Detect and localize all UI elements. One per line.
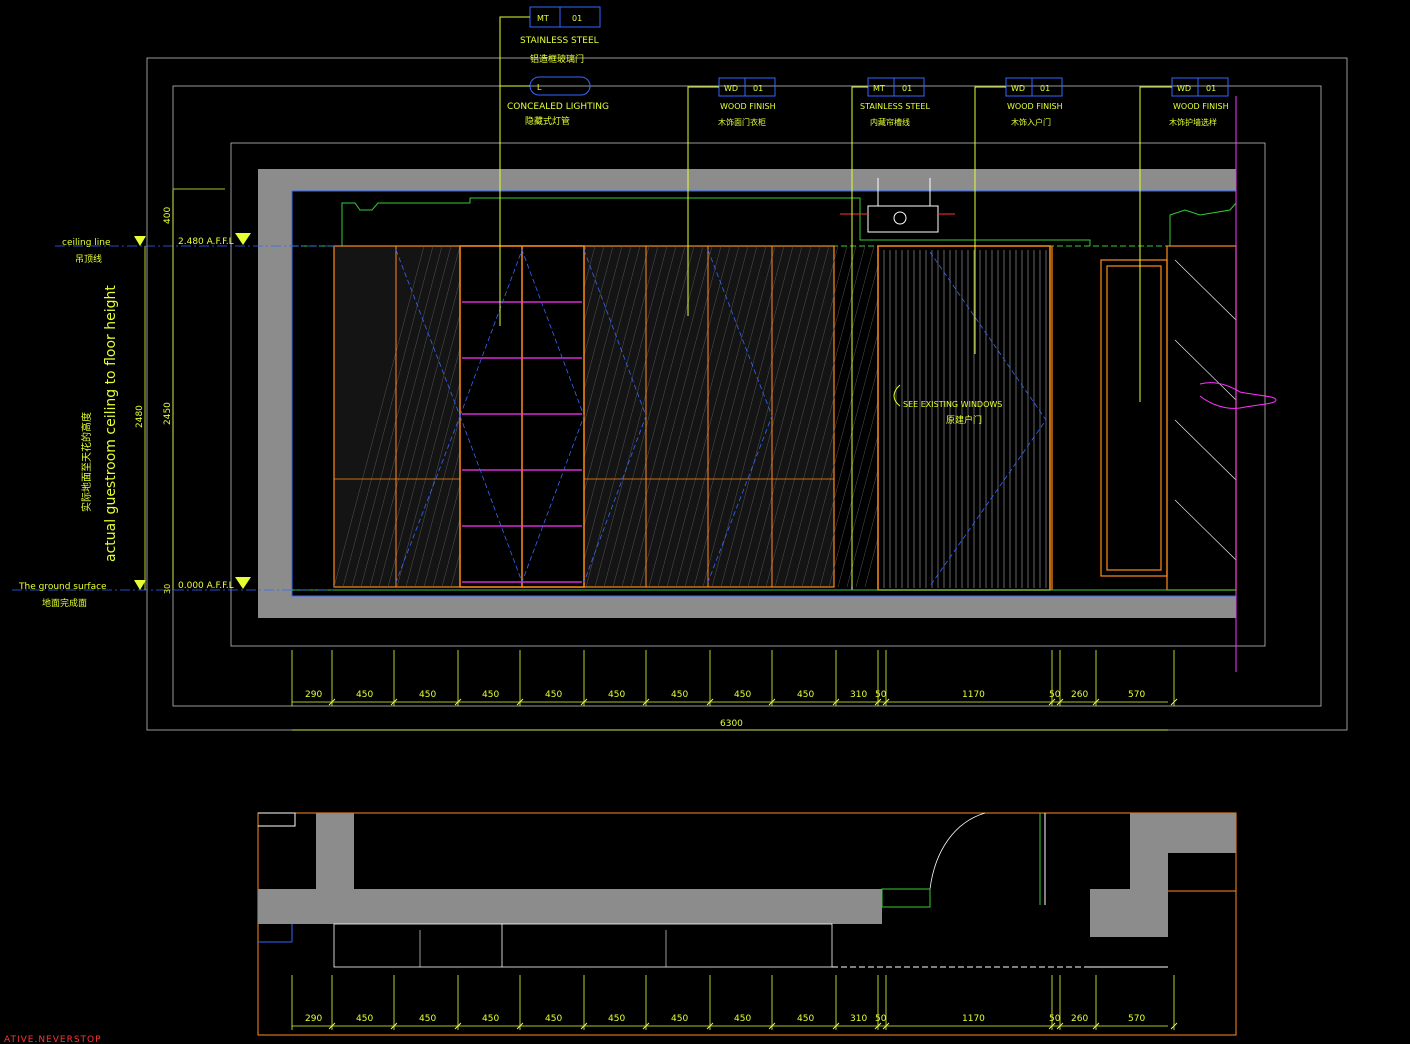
section-hatch bbox=[1174, 259, 1237, 561]
dim-label: 50 bbox=[1049, 1014, 1061, 1024]
dim-label: 50 bbox=[875, 690, 887, 700]
dim-label: 260 bbox=[1071, 690, 1088, 700]
dim-label: 450 bbox=[671, 1014, 688, 1024]
window-note: SEE EXISTING WINDOWS bbox=[903, 400, 1002, 409]
dim-label: 570 bbox=[1128, 1014, 1145, 1024]
dim-label: 450 bbox=[608, 690, 625, 700]
tag-code: WD bbox=[1177, 84, 1191, 93]
dim-label: 450 bbox=[608, 1014, 625, 1024]
tag-label: WOOD FINISH bbox=[720, 102, 776, 111]
wardrobe-panels bbox=[333, 245, 956, 588]
window-note-cn: 原建户门 bbox=[946, 414, 982, 426]
tag-code: WD bbox=[1011, 84, 1025, 93]
tag-cn: 木饰入户门 bbox=[1011, 117, 1051, 127]
total-dimension: 6300 bbox=[720, 719, 743, 729]
side-note-cn: 实际地面至天花的高度 bbox=[80, 412, 93, 512]
plan-view bbox=[257, 812, 1237, 1036]
tag-cn: 木饰护墙选样 bbox=[1169, 117, 1217, 127]
dim-label: 450 bbox=[797, 1014, 814, 1024]
tag-cn: 内藏帘槽线 bbox=[870, 117, 910, 127]
tag-cn: 隐藏式灯管 bbox=[525, 115, 570, 127]
tag-code: WD bbox=[724, 84, 738, 93]
dim-label: 450 bbox=[356, 1014, 373, 1024]
tag-label: STAINLESS STEEL bbox=[520, 36, 599, 46]
material-tag-1: MT 01 STAINLESS STEEL 铝造框玻璃门 bbox=[520, 6, 601, 65]
tag-code: MT bbox=[537, 14, 549, 23]
dim-label: 290 bbox=[305, 1014, 322, 1024]
ceiling-label: ceiling line bbox=[62, 238, 111, 248]
dim-label: 570 bbox=[1128, 690, 1145, 700]
tag-number: 01 bbox=[902, 84, 912, 93]
vertical-dimensions bbox=[144, 188, 225, 590]
ceiling-level-value: 2.480 A.F.F.L bbox=[178, 237, 234, 247]
dimension-row-plan: 290 450 450 450 450 450 450 450 450 310 50 1170 50 26… bbox=[291, 975, 1178, 1030]
dim-label: 310 bbox=[850, 1014, 867, 1024]
material-tag-5: WD 01 WOOD FINISH 木饰入户门 bbox=[1005, 77, 1063, 127]
dim-label: 450 bbox=[482, 1014, 499, 1024]
dimension-row-elevation: 290 450 450 450 450 450 450 450 450 310 50 1170 50 26… bbox=[291, 650, 1178, 706]
dim-label: 450 bbox=[545, 690, 562, 700]
tag-number: 01 bbox=[1040, 84, 1050, 93]
side-note-en: actual guestroom ceiling to floor height bbox=[103, 285, 119, 562]
tag-label: CONCEALED LIGHTING bbox=[507, 102, 609, 112]
dim-label: 450 bbox=[419, 1014, 436, 1024]
tag-number: 01 bbox=[572, 14, 582, 23]
ground-label: The ground surface bbox=[18, 582, 107, 592]
dim-label: 450 bbox=[419, 690, 436, 700]
dim-label: 310 bbox=[850, 690, 867, 700]
tag-label: STAINLESS STEEL bbox=[860, 102, 930, 111]
dim-label: 450 bbox=[671, 690, 688, 700]
material-tag-2: L CONCEALED LIGHTING 隐藏式灯管 bbox=[507, 76, 609, 127]
dim-label: 50 bbox=[1049, 690, 1061, 700]
material-tag-6: WD 01 WOOD FINISH 木饰护墙选样 bbox=[1169, 77, 1229, 127]
dim-label: 450 bbox=[482, 690, 499, 700]
dim-label: 450 bbox=[356, 690, 373, 700]
dim-total: 2480 bbox=[135, 405, 145, 428]
dim-label: 450 bbox=[734, 1014, 751, 1024]
dim-label: 290 bbox=[305, 690, 322, 700]
ground-label-cn: 地面完成面 bbox=[42, 597, 87, 609]
dim-top: 400 bbox=[163, 207, 173, 224]
material-tag-3: WD 01 WOOD FINISH 木饰面门衣柜 bbox=[718, 77, 776, 127]
tag-label: WOOD FINISH bbox=[1173, 102, 1229, 111]
ceiling-label-cn: 吊顶线 bbox=[75, 253, 102, 265]
watermark: ATIVE.NEVERSTOP bbox=[4, 1035, 102, 1044]
tag-cn: 木饰面门衣柜 bbox=[718, 117, 766, 127]
wall-door bbox=[1100, 245, 1237, 591]
tag-number: 01 bbox=[1206, 84, 1216, 93]
ground-level-value: 0.000 A.F.F.L bbox=[178, 581, 234, 591]
dim-bottom: 30 bbox=[163, 584, 172, 594]
tag-label: WOOD FINISH bbox=[1007, 102, 1063, 111]
dim-label: 50 bbox=[875, 1014, 887, 1024]
dim-label: 260 bbox=[1071, 1014, 1088, 1024]
elevation-drawing: MT 01 STAINLESS STEEL 铝造框玻璃门 L CONCEALED… bbox=[4, 6, 1348, 1044]
dim-inner: 2450 bbox=[163, 402, 173, 425]
tag-cn: 铝造框玻璃门 bbox=[530, 53, 584, 65]
tag-code: L bbox=[537, 83, 542, 92]
tag-number: 01 bbox=[753, 84, 763, 93]
tag-code: MT bbox=[873, 84, 885, 93]
dim-label: 450 bbox=[734, 690, 751, 700]
ceiling-cornice bbox=[292, 197, 1237, 247]
material-tag-4: MT 01 STAINLESS STEEL 内藏帘槽线 bbox=[860, 77, 930, 127]
dim-label: 450 bbox=[797, 690, 814, 700]
dim-label: 1170 bbox=[962, 690, 985, 700]
dim-label: 450 bbox=[545, 1014, 562, 1024]
dim-label: 1170 bbox=[962, 1014, 985, 1024]
